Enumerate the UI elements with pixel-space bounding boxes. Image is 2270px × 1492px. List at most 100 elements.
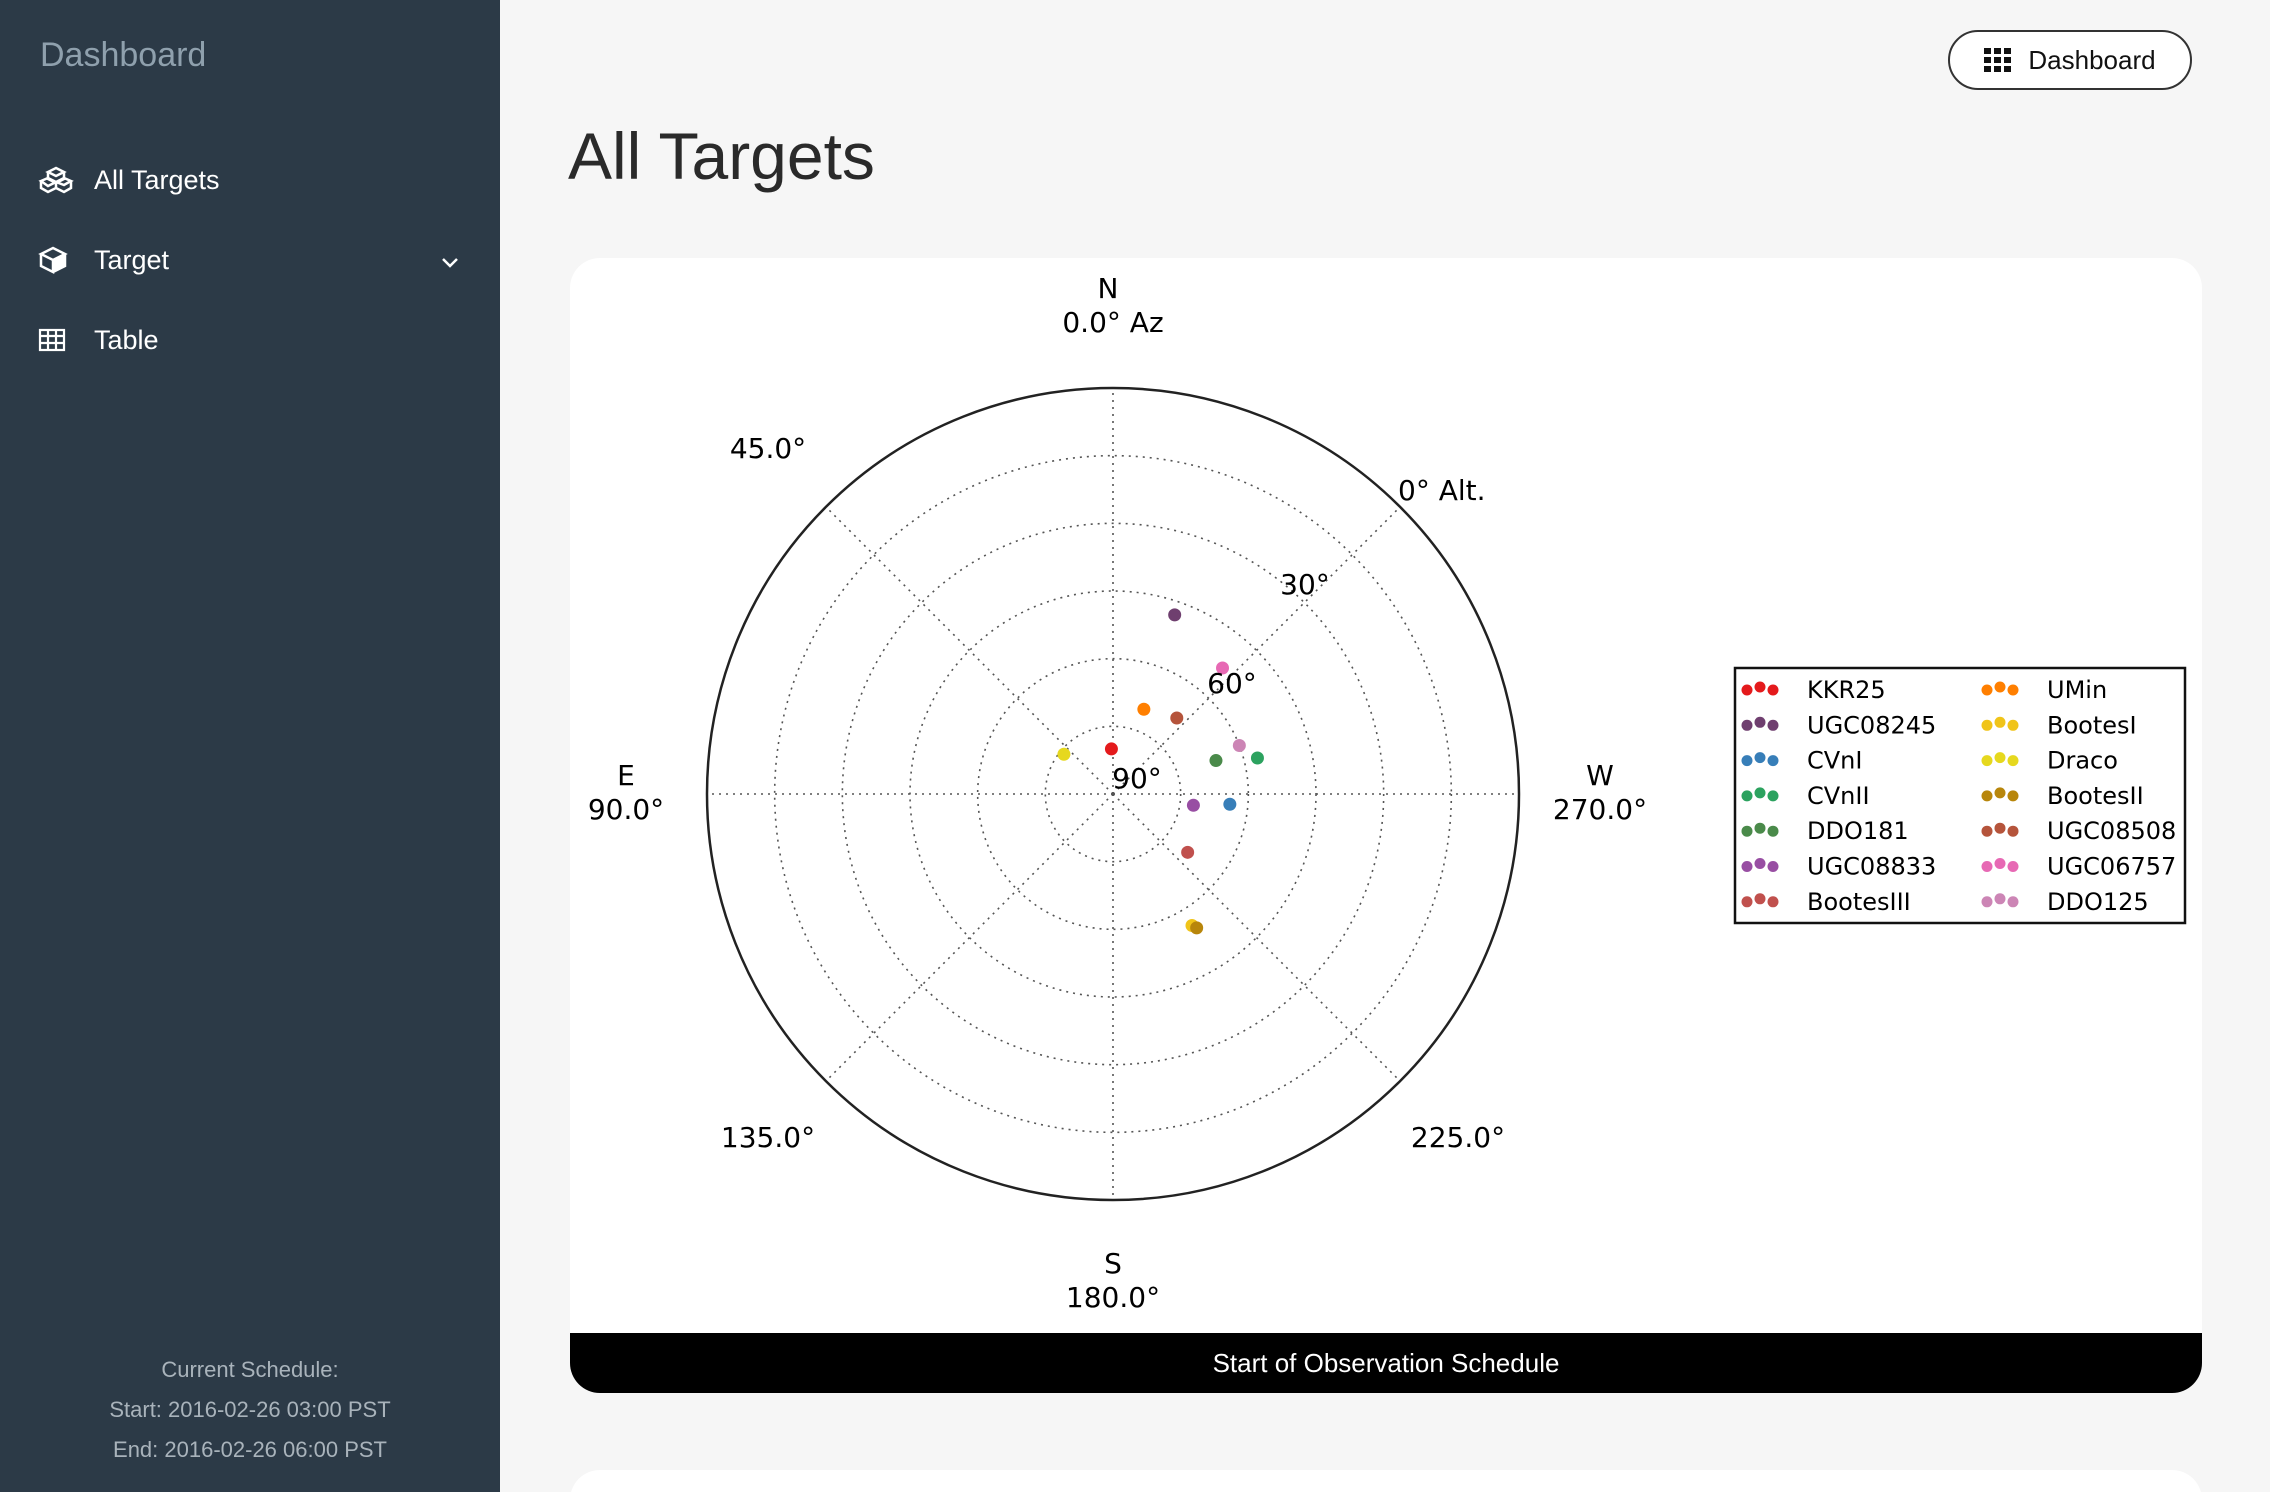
point-bootesii [1190,921,1204,935]
north-label: N [1098,272,1119,305]
dashboard-button[interactable]: Dashboard [1948,30,2192,90]
legend-marker [1741,825,1753,837]
se-label: 135.0° [721,1121,815,1154]
legend-marker [2007,790,2019,802]
sidebar-brand[interactable]: Dashboard [40,36,206,75]
legend-marker [1754,681,1766,693]
legend-marker [2007,755,2019,767]
cubes-icon [38,165,74,195]
radial-tick-30: 30° [1280,568,1330,601]
point-umin [1137,702,1151,716]
legend-marker [1767,790,1779,802]
legend-label: BootesII [2047,782,2144,810]
legend-marker [1994,681,2006,693]
legend-marker [1994,822,2006,834]
chart-legend: KKR25 UGC08245 CVnI CVnII DDO181 UGC08833 Boot… [1733,666,2187,925]
schedule-start: Start: 2016-02-26 03:00 PST [109,1397,391,1422]
legend-marker [1994,858,2006,869]
radial-tick-60: 60° [1207,667,1257,700]
legend-label: BootesI [2047,711,2137,739]
legend-marker [1767,825,1779,837]
legend-label: UGC08245 [1807,711,1936,739]
legend-label: UGC08508 [2047,817,2176,845]
legend-marker [1981,825,1993,837]
legend-marker [1754,822,1766,834]
chevron-down-icon[interactable] [440,245,460,276]
legend-label: UMin [2047,676,2107,704]
legend-marker [2007,825,2019,837]
sidebar-item-label: All Targets [94,164,220,195]
legend-label: DDO125 [2047,888,2149,916]
sidebar-item-table[interactable]: Table [0,300,500,380]
azimuth-line [825,793,1114,1082]
dashboard-button-label: Dashboard [2028,44,2156,75]
west-label: W [1586,759,1614,792]
point-ugc08833 [1186,798,1200,812]
legend-marker [1994,787,2006,799]
legend-marker [1994,716,2006,728]
legend-marker [1767,896,1779,908]
point-bootesiii [1181,845,1195,859]
legend-marker [1754,858,1766,869]
chart-card: N 0.0° Az E 90.0° W 270.0° S 180.0° 45.0… [570,258,2202,1393]
legend-marker [1994,893,2006,905]
legend-marker [1754,716,1766,728]
point-ugc08508 [1170,711,1184,725]
legend-marker [1767,684,1779,696]
legend-marker [1741,719,1753,731]
south-label: S [1104,1247,1122,1280]
chart-caption: Start of Observation Schedule [570,1333,2202,1393]
legend-marker [1981,861,1993,872]
south-az-label: 180.0° [1066,1281,1160,1314]
sidebar-item-target[interactable]: Target [0,220,500,300]
north-az-label: 0.0° Az [1062,306,1163,339]
legend-marker [1981,719,1993,731]
legend-marker [1741,790,1753,802]
sidebar-item-label: Table [94,324,159,355]
sw-label: 225.0° [1411,1121,1505,1154]
sidebar-item-label: Target [94,244,170,275]
legend-marker [1981,755,1993,767]
legend-label: BootesIII [1807,888,1911,916]
point-cvnii [1250,751,1264,765]
sidebar-nav: All Targets Target Table [0,140,500,380]
azimuth-line [1112,793,1401,1082]
legend-marker [1767,861,1779,872]
legend-marker [2007,861,2019,872]
legend-marker [1741,755,1753,767]
point-cvni [1223,797,1237,811]
point-draco [1057,747,1071,761]
polar-sky-chart: N 0.0° Az E 90.0° W 270.0° S 180.0° 45.0… [588,272,2187,1314]
azimuth-line [825,506,1114,795]
legend-marker [1981,896,1993,908]
legend-marker [1981,790,1993,802]
legend-label: DDO181 [1807,817,1909,845]
legend-label: CVnII [1807,782,1870,810]
legend-marker [1994,752,2006,764]
ne-label: 45.0° [730,432,806,465]
legend-marker [1981,684,1993,696]
current-schedule: Current Schedule: Start: 2016-02-26 03:0… [0,1350,500,1470]
legend-marker [1754,787,1766,799]
point-ddo181 [1209,754,1223,768]
legend-marker [1741,684,1753,696]
schedule-heading: Current Schedule: [161,1357,339,1382]
legend-label: UGC08833 [1807,853,1936,881]
legend-marker [1754,752,1766,764]
legend-marker [2007,684,2019,696]
legend-marker [1754,893,1766,905]
legend-marker [1741,896,1753,908]
legend-label: Draco [2047,747,2118,775]
east-label: E [617,759,635,792]
legend-marker [1741,861,1753,872]
page-title: All Targets [568,119,875,193]
east-az-label: 90.0° [588,793,664,826]
grid-icon [1984,48,2012,72]
cube-icon [38,245,74,275]
radial-tick-90: 90° [1112,762,1162,795]
sidebar-item-all-targets[interactable]: All Targets [0,140,500,220]
schedule-end: End: 2016-02-26 06:00 PST [113,1437,387,1462]
sidebar: Dashboard All Targets Target Table Curre… [0,0,500,1492]
legend-label: CVnI [1807,747,1862,775]
azimuth-line [1112,506,1401,795]
